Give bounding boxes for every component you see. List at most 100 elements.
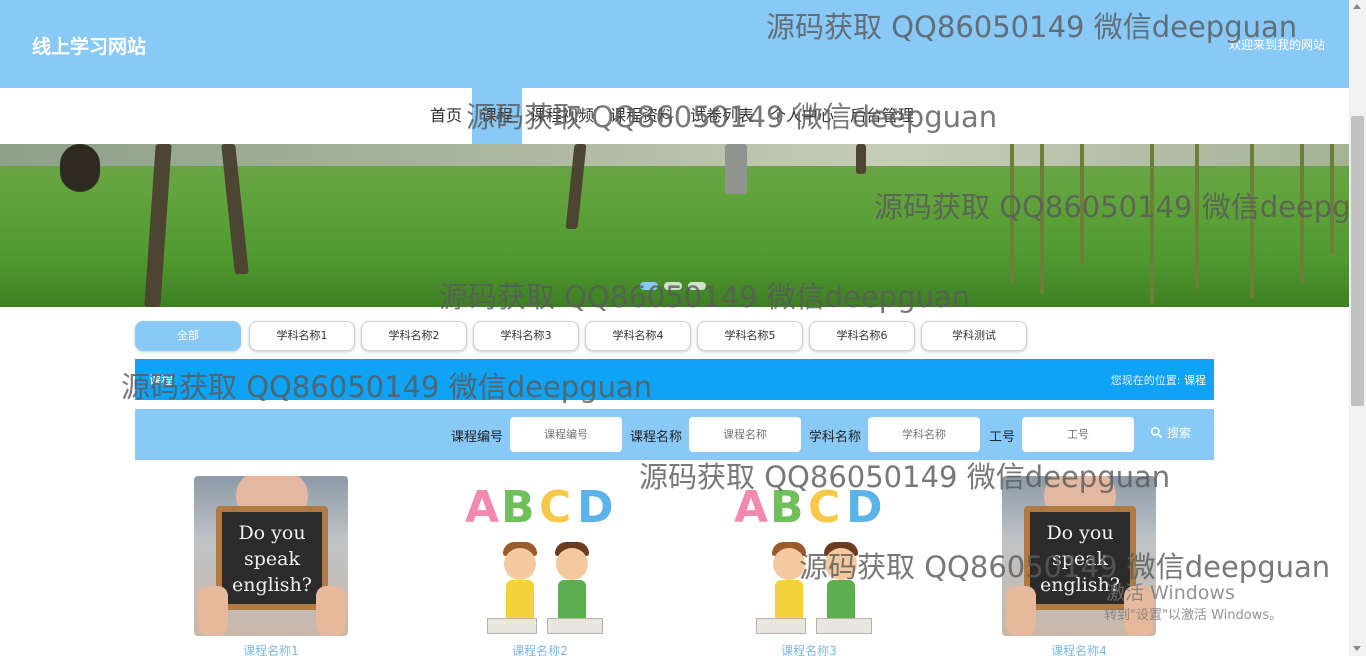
tree-canopy [60,144,100,192]
carousel-indicators [640,282,706,290]
board-line: speak [1052,548,1108,570]
subject-tab[interactable]: 学科名称5 [697,321,803,351]
carousel-dot[interactable] [664,282,682,290]
bamboo [1080,144,1084,264]
section-header: 课程 您现在的位置: 课程 [135,359,1214,400]
letter-a: A [465,482,500,533]
subject-tab[interactable]: 学科测试 [921,321,1027,351]
nav-item-course-materials[interactable]: 课程资料 [602,88,682,144]
subject-name-label: 学科名称 [809,430,862,445]
subject-tab[interactable]: 学科名称6 [809,321,915,351]
course-card[interactable]: A B C D 课程名称3 [732,476,886,656]
course-card[interactable]: Do you speak english? 课程名称4 [1002,476,1156,656]
bamboo [1330,144,1334,254]
course-name[interactable]: 课程名称2 [463,642,617,656]
course-name[interactable]: 课程名称4 [1002,642,1156,656]
kid-head [773,548,805,580]
kid-head [504,548,536,580]
subject-tab[interactable]: 学科名称4 [585,321,691,351]
banner-background [0,144,1349,166]
nav-item-course-videos[interactable]: 课程视频 [522,88,602,144]
kid-body [558,580,586,620]
kid-body [827,580,855,620]
nav-item-profile[interactable]: 个人中心 [762,88,842,144]
pole [725,144,747,194]
letter-b: B [770,482,804,533]
search-icon [1150,426,1163,439]
os-activation-title: 激活 Windows [1106,582,1235,604]
subject-tab[interactable]: 学科名称1 [249,321,355,351]
scroll-up-arrow-icon[interactable] [1353,4,1361,9]
scroll-down-arrow-icon[interactable] [1353,646,1361,651]
subject-tab[interactable]: 学科名称3 [473,321,579,351]
course-image[interactable]: A B C D [732,476,886,636]
course-image[interactable]: A B C D [463,476,617,636]
bamboo [1250,144,1254,299]
book [756,618,806,634]
course-name-label: 课程名称 [630,430,683,445]
nav-item-home[interactable]: 首页 [421,88,471,144]
course-id-input[interactable] [510,417,622,452]
hand [316,586,346,636]
letter-c: C [808,482,841,533]
staff-id-label: 工号 [989,430,1016,445]
board-line: Do you [1046,522,1114,544]
search-bar: 课程编号 课程名称 学科名称 工号 搜索 [135,409,1214,460]
book [547,618,603,634]
nav-item-admin[interactable]: 后台管理 [842,88,922,144]
site-header: 线上学习网站 欢迎来到我的网站 [0,0,1349,88]
welcome-text: 欢迎来到我的网站 [1228,38,1325,52]
bamboo [1040,144,1044,294]
bamboo [1195,144,1199,289]
breadcrumb: 您现在的位置: 课程 [1111,372,1206,388]
breadcrumb-current[interactable]: 课程 [1184,374,1206,387]
carousel-dot[interactable] [688,282,706,290]
hand [198,586,228,636]
board-line: english? [232,574,312,596]
subject-name-input[interactable] [868,417,980,452]
carousel-dot[interactable] [640,282,658,290]
book [487,618,537,634]
breadcrumb-prefix: 您现在的位置: [1110,374,1181,387]
letter-d: D [577,482,614,533]
course-image[interactable]: Do you speak english? [194,476,348,636]
page-scrollbar[interactable] [1349,0,1366,656]
letter-a: A [734,482,769,533]
tree-trunk [144,144,172,307]
kid-body [775,580,803,620]
course-name[interactable]: 课程名称3 [732,642,886,656]
course-id-label: 课程编号 [451,430,504,445]
course-card[interactable]: A B C D 课程名称2 [463,476,617,656]
board-line: speak [244,548,300,570]
course-name-input[interactable] [689,417,801,452]
letter-d: D [846,482,883,533]
bamboo [1300,144,1304,284]
chalkboard-text: Do you speak english? [226,520,318,598]
staff-id-input[interactable] [1022,417,1134,452]
subject-tab[interactable]: 学科名称2 [361,321,467,351]
course-name[interactable]: 课程名称1 [194,642,348,656]
letter-c: C [539,482,572,533]
search-button[interactable]: 搜索 [1150,424,1191,441]
nav-item-courses[interactable]: 课程 [472,88,522,144]
page: 线上学习网站 欢迎来到我的网站 首页 课程 课程视频 课程资料 试卷列表 个人中… [0,0,1366,656]
bamboo [1150,144,1154,304]
letter-b: B [501,482,535,533]
site-title[interactable]: 线上学习网站 [32,32,146,59]
kid-head [825,548,857,580]
bamboo [1010,144,1014,284]
board-line: Do you [238,522,306,544]
nav-item-exam-list[interactable]: 试卷列表 [682,88,762,144]
main-nav: 首页 课程 课程视频 课程资料 试卷列表 个人中心 后台管理 [0,88,1349,144]
kid-head [556,548,588,580]
os-activation-hint: 转到"设置"以激活 Windows。 [1104,608,1283,623]
book [816,618,872,634]
section-title: 课程 [149,373,174,387]
course-card[interactable]: Do you speak english? 课程名称1 [194,476,348,656]
subject-tab-all[interactable]: 全部 [135,321,241,351]
tree-trunk [856,144,866,174]
kid-body [506,580,534,620]
scroll-thumb[interactable] [1351,116,1364,406]
hand [1006,586,1036,636]
search-button-label: 搜索 [1167,426,1192,440]
